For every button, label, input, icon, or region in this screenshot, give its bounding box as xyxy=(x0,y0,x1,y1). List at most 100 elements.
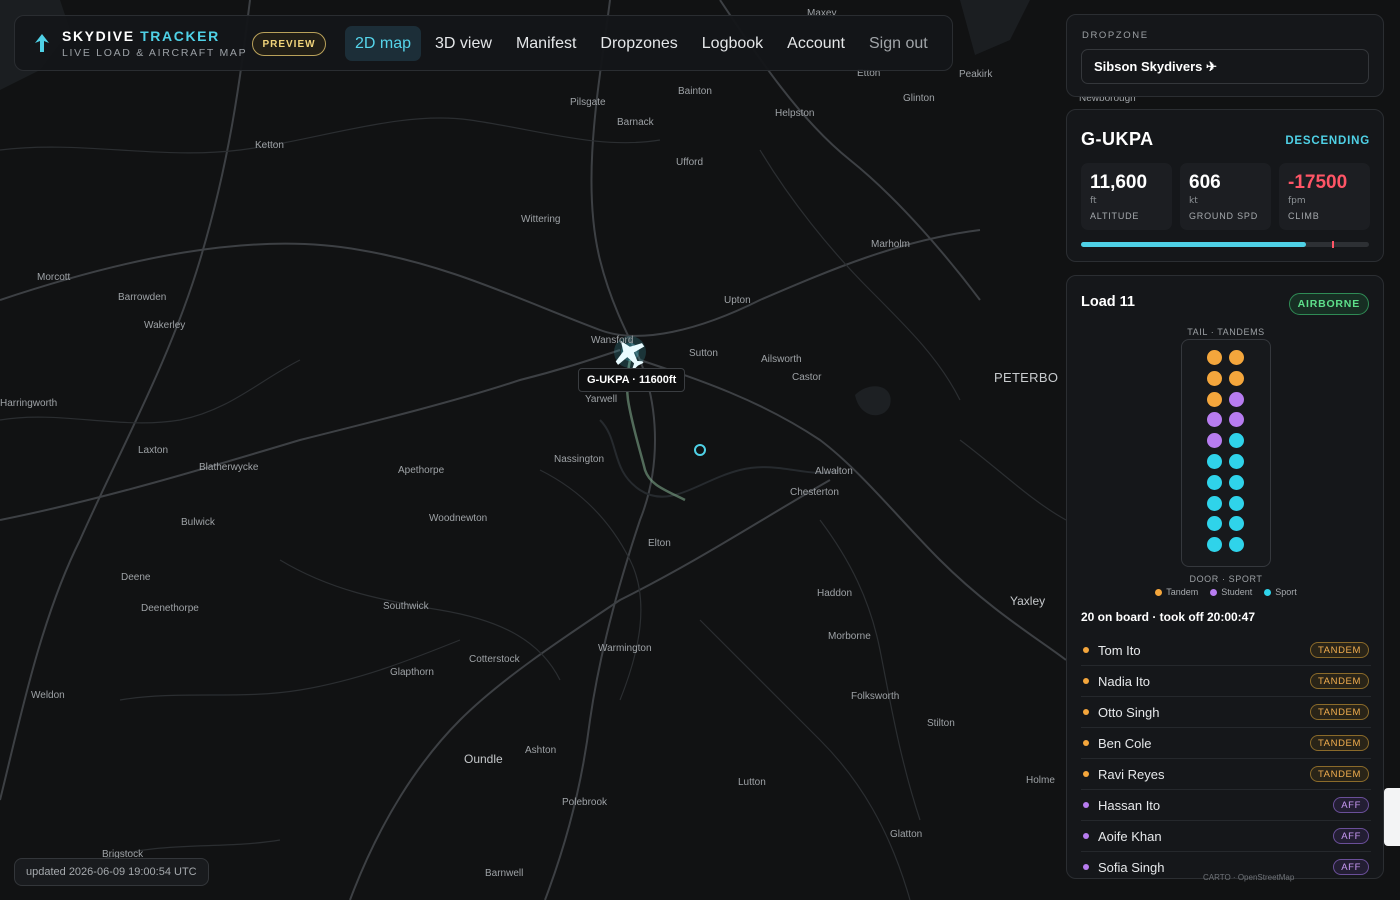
student-dot-icon xyxy=(1083,864,1089,870)
dropzone-marker[interactable] xyxy=(694,444,706,456)
seat-student[interactable] xyxy=(1229,412,1244,428)
seat-sport[interactable] xyxy=(1207,537,1222,553)
tandem-dot-icon xyxy=(1083,678,1089,684)
app-title: SKYDIVE TRACKER xyxy=(62,28,220,44)
ground-speed-stat: 606 kt GROUND SPD xyxy=(1180,163,1271,230)
tandem-dot-icon xyxy=(1083,740,1089,746)
jumper-name: Otto Singh xyxy=(1098,704,1160,720)
map-label: Chesterton xyxy=(790,487,839,498)
altitude-label: ALTITUDE xyxy=(1090,211,1140,221)
dropzone-panel: DROPZONE Sibson Skydivers ✈ xyxy=(1066,14,1384,97)
seat-student[interactable] xyxy=(1229,391,1244,407)
map-label: Folksworth xyxy=(851,691,900,702)
jumper-name: Sofia Singh xyxy=(1098,859,1165,875)
seat-sport[interactable] xyxy=(1229,537,1244,553)
seat-sport[interactable] xyxy=(1207,516,1222,532)
tandem-dot-icon xyxy=(1083,709,1089,715)
ground-speed-label: GROUND SPD xyxy=(1189,211,1259,221)
climb-stat: -17500 fpm CLIMB xyxy=(1279,163,1370,230)
seat-sport[interactable] xyxy=(1229,454,1244,469)
map-label: Barnack xyxy=(617,117,654,128)
climb-unit: fpm xyxy=(1288,196,1306,206)
nav-dropzones[interactable]: Dropzones xyxy=(590,26,687,61)
map-label: Stilton xyxy=(927,718,955,729)
aircraft-panel: G-UKPA DESCENDING 11,600 ft ALTITUDE 606… xyxy=(1066,109,1384,262)
seat-sport[interactable] xyxy=(1229,433,1244,449)
map-label: Morcott xyxy=(37,272,71,283)
aircraft-map-tag[interactable]: G-UKPA · 11600ft xyxy=(578,368,686,392)
seat-student[interactable] xyxy=(1207,412,1222,428)
seat-sport[interactable] xyxy=(1207,474,1222,490)
seat-sport[interactable] xyxy=(1229,495,1244,511)
jumper-row[interactable]: Otto Singh TANDEM xyxy=(1081,697,1371,728)
seat-tandem[interactable] xyxy=(1207,391,1222,407)
preview-badge: PREVIEW xyxy=(252,32,326,56)
map-label: Elton xyxy=(648,538,671,549)
map-label: PETERBO xyxy=(994,370,1059,385)
aircraft-cabin-seatmap xyxy=(1181,339,1271,567)
map-label: Laxton xyxy=(138,445,169,456)
map-label: Weldon xyxy=(31,690,65,701)
legend-tandem: Tandem xyxy=(1155,587,1198,597)
dropzone-label: DROPZONE xyxy=(1082,30,1149,41)
map-label: Haddon xyxy=(817,588,853,599)
seat-sport[interactable] xyxy=(1207,454,1222,469)
map-label: Wansford xyxy=(591,335,634,346)
map-label: Ketton xyxy=(255,140,284,151)
jumper-row[interactable]: Hassan Ito AFF xyxy=(1081,790,1371,821)
app-subtitle: LIVE LOAD & AIRCRAFT MAP xyxy=(62,47,248,59)
load-title: Load 11 xyxy=(1081,294,1135,310)
jumper-type-badge: TANDEM xyxy=(1309,704,1369,720)
nav-logbook[interactable]: Logbook xyxy=(692,26,773,61)
sport-dot-icon xyxy=(1264,588,1272,596)
jumper-row[interactable]: Ravi Reyes TANDEM xyxy=(1081,759,1371,790)
seat-tandem[interactable] xyxy=(1229,370,1244,386)
nav-manifest[interactable]: Manifest xyxy=(506,26,586,61)
seat-sport[interactable] xyxy=(1229,474,1244,490)
skydiver-arrow-icon xyxy=(35,34,49,52)
seat-sport[interactable] xyxy=(1207,495,1222,511)
cabin-door-label: DOOR · SPORT xyxy=(1189,574,1263,584)
map-zoom-control[interactable] xyxy=(1384,788,1400,846)
map-label: Barrowden xyxy=(118,292,167,303)
tandem-dot-icon xyxy=(1155,588,1163,596)
ground-speed-value: 606 xyxy=(1189,172,1221,193)
jumper-row[interactable]: Ben Cole TANDEM xyxy=(1081,728,1371,759)
jumper-type-badge: AFF xyxy=(1333,828,1369,844)
map-label: Bainton xyxy=(678,86,712,97)
load-panel: Load 11 AIRBORNE TAIL · TANDEMS DOOR · S… xyxy=(1066,275,1384,879)
altitude-value: 11,600 xyxy=(1090,172,1148,193)
nav-2d-map[interactable]: 2D map xyxy=(345,26,422,61)
map-label: Wittering xyxy=(521,214,561,225)
map-label: Yarwell xyxy=(585,394,618,405)
jumper-row[interactable]: Tom Ito TANDEM xyxy=(1081,635,1371,666)
map-label: Polebrook xyxy=(562,797,608,808)
map-label: Barnwell xyxy=(485,868,524,879)
nav-3d-view[interactable]: 3D view xyxy=(425,26,502,61)
climb-label: CLIMB xyxy=(1288,211,1320,221)
map-label: Deenethorpe xyxy=(141,603,199,614)
jumper-type-badge: AFF xyxy=(1333,797,1369,813)
map-label: Oundle xyxy=(464,752,503,766)
seat-tandem[interactable] xyxy=(1229,350,1244,365)
aircraft-registration: G-UKPA xyxy=(1081,129,1154,149)
seat-tandem[interactable] xyxy=(1207,350,1222,365)
nav-account[interactable]: Account xyxy=(777,26,855,61)
seat-sport[interactable] xyxy=(1229,516,1244,532)
seat-tandem[interactable] xyxy=(1207,370,1222,386)
nav-sign-out[interactable]: Sign out xyxy=(859,26,938,61)
seat-student[interactable] xyxy=(1207,433,1222,449)
map-label: Upton xyxy=(724,295,751,306)
map-label: Glatton xyxy=(890,829,923,840)
seat-legend: Tandem Student Sport xyxy=(1067,587,1383,597)
map-label: Helpston xyxy=(775,108,815,119)
student-dot-icon xyxy=(1083,833,1089,839)
map-label: Wakerley xyxy=(144,320,186,331)
jumper-type-badge: TANDEM xyxy=(1309,735,1369,751)
map-label: Warmington xyxy=(598,643,652,654)
dropzone-select[interactable]: Sibson Skydivers ✈ xyxy=(1081,49,1369,84)
jumper-row[interactable]: Aoife Khan AFF xyxy=(1081,821,1371,852)
map-attribution[interactable]: CARTO · OpenStreetMap xyxy=(1203,873,1294,882)
jumper-name: Tom Ito xyxy=(1098,642,1141,658)
jumper-row[interactable]: Nadia Ito TANDEM xyxy=(1081,666,1371,697)
